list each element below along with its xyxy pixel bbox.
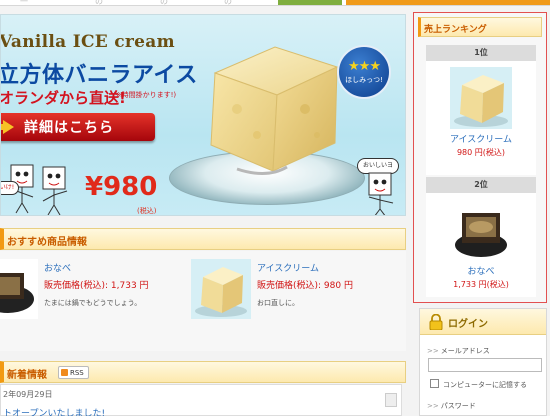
email-label: >> メールアドレス (427, 346, 490, 356)
nav-tab-3[interactable]: の (160, 0, 168, 6)
banner-title-jp: 立方体バニラアイス (0, 63, 198, 88)
news-title: 新着情報 (7, 370, 47, 381)
nav-tab-active-orange[interactable] (346, 0, 550, 5)
ranking-item-1[interactable]: 1位 アイスクリーム 980 円(税込) (426, 45, 536, 175)
mascot-character-icon (368, 172, 394, 215)
product-price: 販売価格(税込): 1,733 円 (44, 281, 149, 291)
nav-tab-active-green[interactable] (278, 0, 342, 5)
shop-page: 一 の の の Vanilla ICE cream 立方体バニラアイス オランダ… (0, 0, 550, 416)
rss-label: RSS (70, 368, 84, 377)
news-date: 2年09月29日 (3, 390, 53, 399)
login-title: ログイン (448, 319, 488, 330)
three-star-badge: ★★★ ほしみっつ! (337, 45, 391, 99)
recommend-header: おすすめ商品情報 (0, 228, 406, 250)
nav-tab-2[interactable]: の (95, 0, 103, 6)
product-name[interactable]: おなべ (44, 261, 149, 274)
ice-cream-cube-icon (210, 46, 339, 175)
news-list: 2年09月29日 トオープンいたしました! (0, 384, 402, 416)
recommend-list: おなべ 販売価格(税込): 1,733 円 たまには鍋でもどうでしょう。 アイス… (0, 251, 406, 351)
top-nav: 一 の の の (0, 0, 550, 6)
product-desc: たまには鍋でもどうでしょう。 (44, 299, 142, 307)
badge-text: ほしみっつ! (345, 75, 383, 84)
product-thumb-icecream[interactable] (191, 259, 251, 319)
email-field[interactable] (428, 358, 542, 372)
password-label: >> パスワード (427, 401, 476, 411)
news-header: 新着情報 RSS (0, 361, 406, 383)
product-desc: お口直しに。 (257, 299, 299, 307)
login-header: ログイン (420, 309, 546, 335)
remember-label: コンピューターに記憶する (443, 381, 527, 389)
product-item-icecream[interactable]: アイスクリーム 販売価格(税込): 980 円 お口直しに。 (257, 261, 353, 308)
login-box: ログイン >> メールアドレス コンピューターに記憶する >> パスワード (419, 308, 547, 416)
ranking-item-name[interactable]: おなべ (426, 264, 536, 277)
hero-banner[interactable]: Vanilla ICE cream 立方体バニラアイス オランダから直送! (※… (0, 14, 406, 216)
banner-tax-label: (税込) (137, 207, 157, 215)
nav-tab-4[interactable]: の (224, 0, 232, 6)
banner-subtitle: オランダから直送! (0, 89, 126, 107)
ranking-header: 売上ランキング (418, 17, 542, 37)
rank-label: 2位 (426, 177, 536, 193)
rank-label: 1位 (426, 45, 536, 61)
sales-ranking: 売上ランキング 1位 アイスクリーム 980 円(税込) 2位 おなべ 1,73… (413, 12, 547, 303)
lock-icon (429, 314, 443, 330)
remember-checkbox[interactable] (430, 379, 439, 388)
ranking-item-2[interactable]: 2位 おなべ 1,733 円(税込) (426, 177, 536, 297)
banner-title-en: Vanilla ICE cream (0, 32, 175, 52)
label-marker: >> (427, 347, 439, 355)
ranking-thumb-nabe[interactable] (450, 199, 512, 261)
ranking-item-price: 980 円(税込) (456, 148, 506, 157)
product-item-nabe[interactable]: おなべ 販売価格(税込): 1,733 円 たまには鍋でもどうでしょう。 (44, 261, 149, 308)
details-button-label: 詳細はこちら (24, 120, 114, 136)
ranking-thumb-icecream[interactable] (450, 67, 512, 129)
banner-price: ¥980 (85, 172, 158, 202)
news-headline[interactable]: トオープンいたしました! (3, 406, 105, 416)
rss-button[interactable]: RSS (58, 366, 89, 379)
product-thumb-nabe[interactable] (0, 259, 38, 319)
rss-icon (61, 369, 68, 376)
recommend-title: おすすめ商品情報 (7, 237, 87, 248)
banner-note: (※時間掛かります!) (113, 91, 177, 99)
speech-bubble-left: いけ! (1, 181, 19, 195)
password-label-text: パスワード (440, 402, 476, 410)
scrollbar[interactable] (385, 393, 397, 407)
product-price: 販売価格(税込): 980 円 (257, 281, 353, 291)
ranking-item-price: 1,733 円(税込) (453, 280, 509, 289)
email-label-text: メールアドレス (440, 347, 490, 355)
ranking-title: 売上ランキング (424, 25, 487, 35)
product-name[interactable]: アイスクリーム (257, 261, 353, 274)
details-button[interactable]: 詳細はこちら (1, 113, 155, 141)
label-marker: >> (427, 402, 439, 410)
arrow-right-icon (1, 120, 14, 134)
nav-tab-1[interactable]: 一 (20, 0, 28, 6)
star-icon: ★★★ (348, 58, 381, 74)
ranking-item-name[interactable]: アイスクリーム (426, 132, 536, 145)
